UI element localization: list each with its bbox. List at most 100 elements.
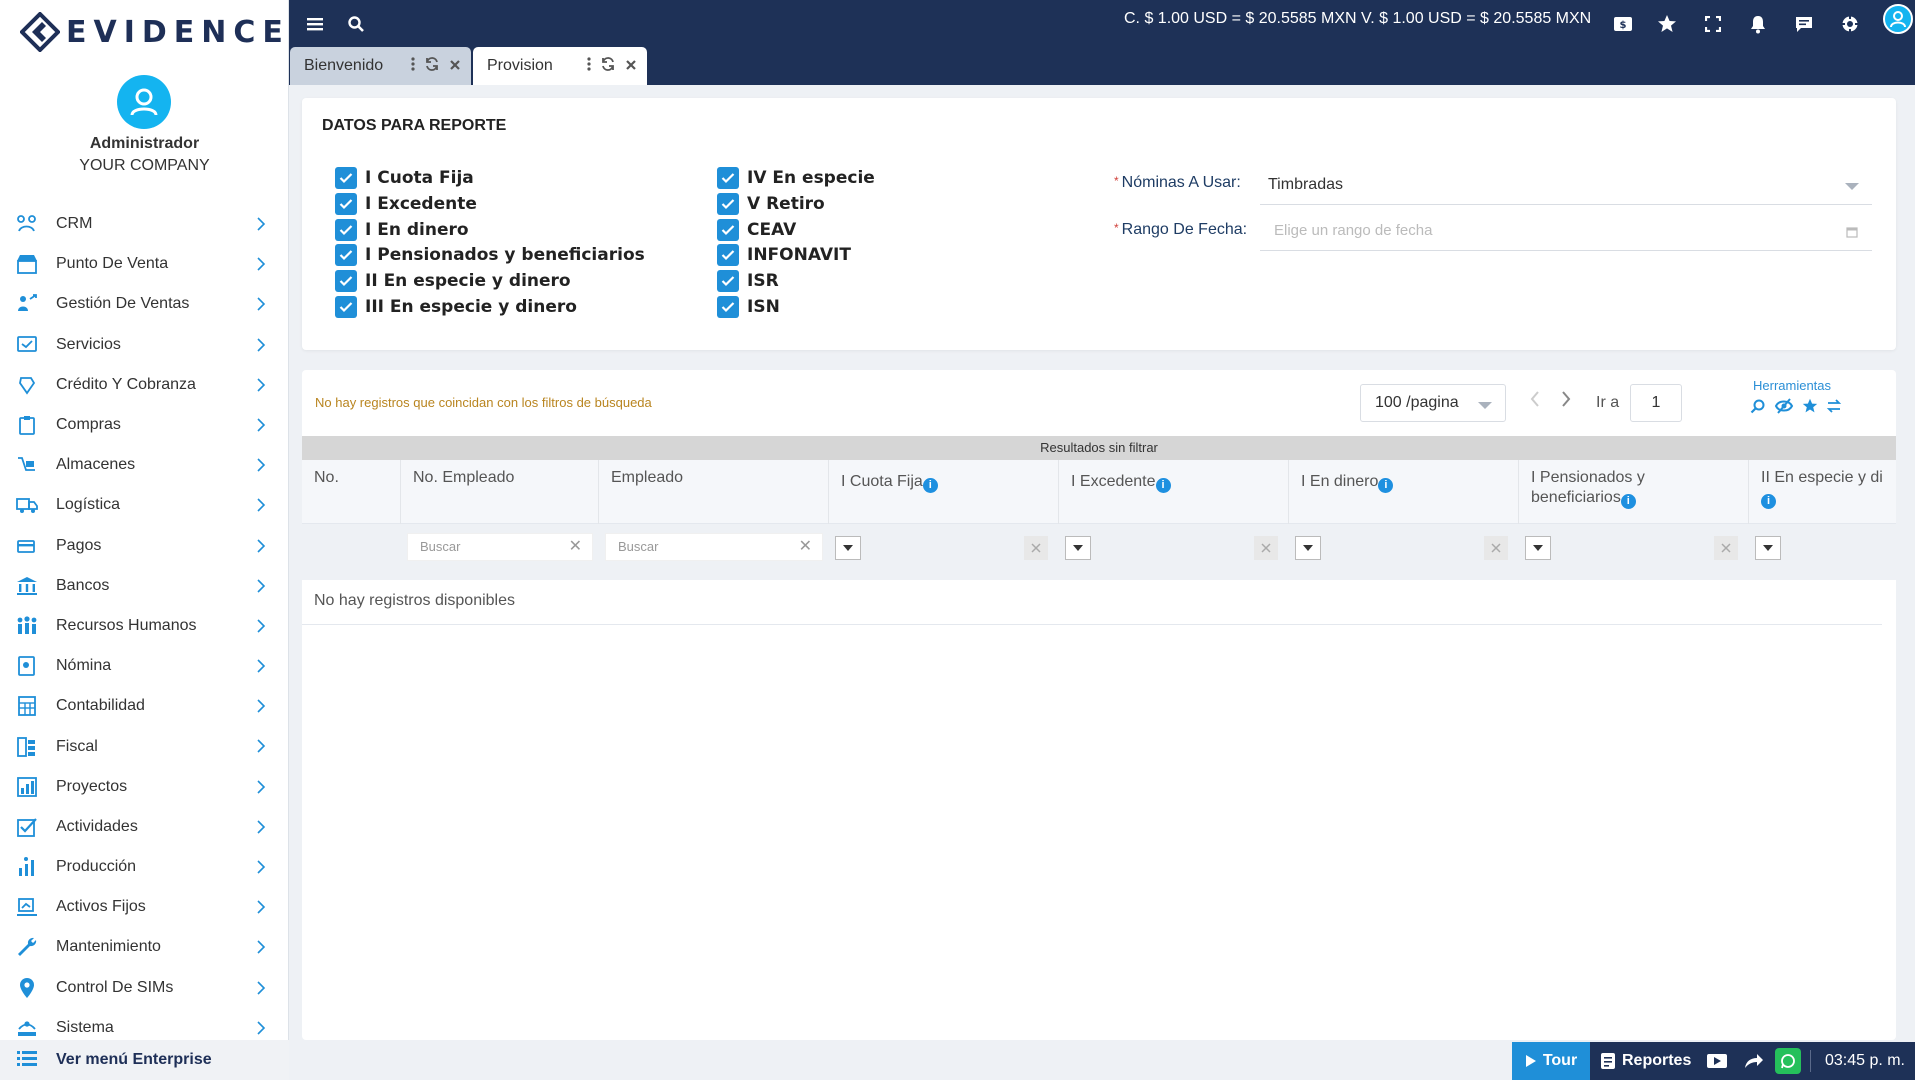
sidebar-item-nomina[interactable]: Nómina: [0, 646, 289, 686]
tour-button[interactable]: Tour: [1512, 1042, 1590, 1080]
tab-provision[interactable]: Provision: [473, 47, 647, 85]
search-tool-icon[interactable]: [1750, 398, 1766, 419]
check-icon[interactable]: [335, 218, 357, 241]
checkbox-iv-en-especie[interactable]: IV En especie: [717, 166, 875, 190]
checkbox-iii-en-especie-y-dinero[interactable]: III En especie y dinero: [335, 295, 577, 319]
fullscreen-icon[interactable]: [1701, 12, 1725, 36]
sidebar-item-recursos-humanos[interactable]: Recursos Humanos: [0, 606, 289, 646]
filter-clear-excedente[interactable]: [1254, 536, 1278, 560]
enterprise-menu-button[interactable]: Ver menú Enterprise: [0, 1040, 289, 1080]
prev-page-icon[interactable]: [1530, 390, 1540, 413]
checkbox-i-pensionados-y-beneficiarios[interactable]: I Pensionados y beneficiarios: [335, 243, 645, 267]
sidebar-item-activos-fijos[interactable]: Activos Fijos: [0, 887, 289, 927]
col-header-no-empleado[interactable]: No. Empleado: [401, 460, 599, 524]
share-icon[interactable]: [1744, 1053, 1764, 1074]
checkbox-isr[interactable]: ISR: [717, 269, 779, 293]
col-header-cuota-fija[interactable]: I Cuota Fija i: [829, 460, 1059, 524]
col-header-especie-dinero[interactable]: II En especie y di i: [1749, 460, 1896, 524]
checkbox-v-retiro[interactable]: V Retiro: [717, 192, 825, 216]
check-icon[interactable]: [717, 218, 739, 241]
avatar[interactable]: [117, 75, 171, 129]
checkbox-i-cuota-fija[interactable]: I Cuota Fija: [335, 166, 474, 190]
checkbox-isn[interactable]: ISN: [717, 295, 780, 319]
chat-icon[interactable]: [1792, 12, 1816, 36]
settings-icon[interactable]: [1838, 12, 1862, 36]
next-page-icon[interactable]: [1561, 390, 1571, 413]
check-icon[interactable]: [335, 270, 357, 293]
checkbox-infonavit[interactable]: INFONAVIT: [717, 243, 851, 267]
currency-icon[interactable]: $: [1611, 12, 1635, 36]
refresh-icon[interactable]: [425, 57, 439, 76]
checkbox-ceav[interactable]: CEAV: [717, 218, 796, 242]
check-icon[interactable]: [717, 270, 739, 293]
sidebar-item-actividades[interactable]: Actividades: [0, 807, 289, 847]
per-page-select[interactable]: 100 /pagina: [1360, 384, 1506, 422]
sidebar-item-servicios[interactable]: Servicios: [0, 325, 289, 365]
sidebar-item-mantenimiento[interactable]: Mantenimiento: [0, 927, 289, 967]
checkbox-i-excedente[interactable]: I Excedente: [335, 192, 477, 216]
bell-icon[interactable]: [1746, 12, 1770, 36]
col-header-en-dinero[interactable]: I En dinero i: [1289, 460, 1519, 524]
logo[interactable]: EVIDENCE: [20, 12, 290, 52]
user-avatar-icon[interactable]: [1883, 4, 1913, 34]
tab-bienvenido[interactable]: Bienvenido: [290, 47, 471, 85]
sidebar-item-fiscal[interactable]: Fiscal: [0, 726, 289, 766]
sidebar-item-logistica[interactable]: Logística: [0, 485, 289, 525]
refresh-icon[interactable]: [601, 57, 615, 76]
sidebar-item-pagos[interactable]: Pagos: [0, 526, 289, 566]
filter-clear-en-dinero[interactable]: [1484, 536, 1508, 560]
tab-menu-icon[interactable]: [587, 57, 591, 76]
tab-menu-icon[interactable]: [411, 57, 415, 76]
check-icon[interactable]: [717, 296, 739, 318]
check-icon[interactable]: [335, 192, 357, 215]
sidebar-item-credito-y-cobranza[interactable]: Crédito Y Cobranza: [0, 365, 289, 405]
filter-clear-pensionados[interactable]: [1714, 536, 1738, 560]
check-icon[interactable]: [335, 296, 357, 318]
tools-label[interactable]: Herramientas: [1753, 378, 1831, 393]
col-header-empleado[interactable]: Empleado: [599, 460, 829, 524]
sidebar-item-crm[interactable]: CRM: [0, 204, 289, 244]
filter-clear-cuota-fija[interactable]: [1024, 536, 1048, 560]
hamburger-icon[interactable]: [304, 12, 328, 36]
check-icon[interactable]: [335, 167, 357, 189]
search-empleado[interactable]: Buscar ✕: [605, 533, 823, 561]
search-icon[interactable]: [344, 12, 368, 36]
filter-dropdown-excedente[interactable]: [1065, 536, 1091, 560]
video-icon[interactable]: [1706, 1052, 1728, 1075]
nominas-select[interactable]: Timbradas: [1260, 165, 1872, 205]
swap-icon[interactable]: [1826, 398, 1842, 419]
sidebar-item-produccion[interactable]: Producción: [0, 847, 289, 887]
close-icon[interactable]: [625, 58, 637, 76]
search-no-empleado[interactable]: Buscar ✕: [407, 533, 593, 561]
date-range-input[interactable]: Elige un rango de fecha: [1260, 211, 1872, 251]
filter-dropdown-en-dinero[interactable]: [1295, 536, 1321, 560]
sidebar-item-proyectos[interactable]: Proyectos: [0, 767, 289, 807]
check-icon[interactable]: [717, 244, 739, 267]
sidebar-item-compras[interactable]: Compras: [0, 405, 289, 445]
star-icon[interactable]: [1655, 12, 1679, 36]
col-header-pensionados[interactable]: I Pensionados y beneficiarios i: [1519, 460, 1749, 524]
col-header-excedente[interactable]: I Excedente i: [1059, 460, 1289, 524]
check-icon[interactable]: [335, 244, 357, 267]
sidebar-item-punto-de-venta[interactable]: Punto De Venta: [0, 244, 289, 284]
reportes-button[interactable]: Reportes: [1600, 1052, 1691, 1070]
close-icon[interactable]: [449, 58, 461, 76]
filter-dropdown-pensionados[interactable]: [1525, 536, 1551, 560]
sidebar-item-bancos[interactable]: Bancos: [0, 566, 289, 606]
whatsapp-icon[interactable]: [1775, 1048, 1801, 1074]
checkbox-ii-en-especie-y-dinero[interactable]: II En especie y dinero: [335, 269, 571, 293]
sidebar-item-control-de-sims[interactable]: Control De SIMs: [0, 968, 289, 1008]
page-input[interactable]: 1: [1630, 384, 1682, 422]
checkbox-i-en-dinero[interactable]: I En dinero: [335, 218, 469, 242]
check-icon[interactable]: [717, 192, 739, 215]
check-icon[interactable]: [717, 167, 739, 189]
sidebar-item-almacenes[interactable]: Almacenes: [0, 445, 289, 485]
sidebar-item-gestion-de-ventas[interactable]: Gestión De Ventas: [0, 284, 289, 324]
favorite-star-icon[interactable]: [1802, 398, 1818, 419]
hide-columns-icon[interactable]: [1774, 398, 1794, 419]
col-header-no[interactable]: No.: [302, 460, 401, 524]
sidebar-item-contabilidad[interactable]: Contabilidad: [0, 686, 289, 726]
nominas-value: Timbradas: [1268, 175, 1343, 193]
filter-dropdown-cuota-fija[interactable]: [835, 536, 861, 560]
filter-dropdown-especie-dinero[interactable]: [1755, 536, 1781, 560]
